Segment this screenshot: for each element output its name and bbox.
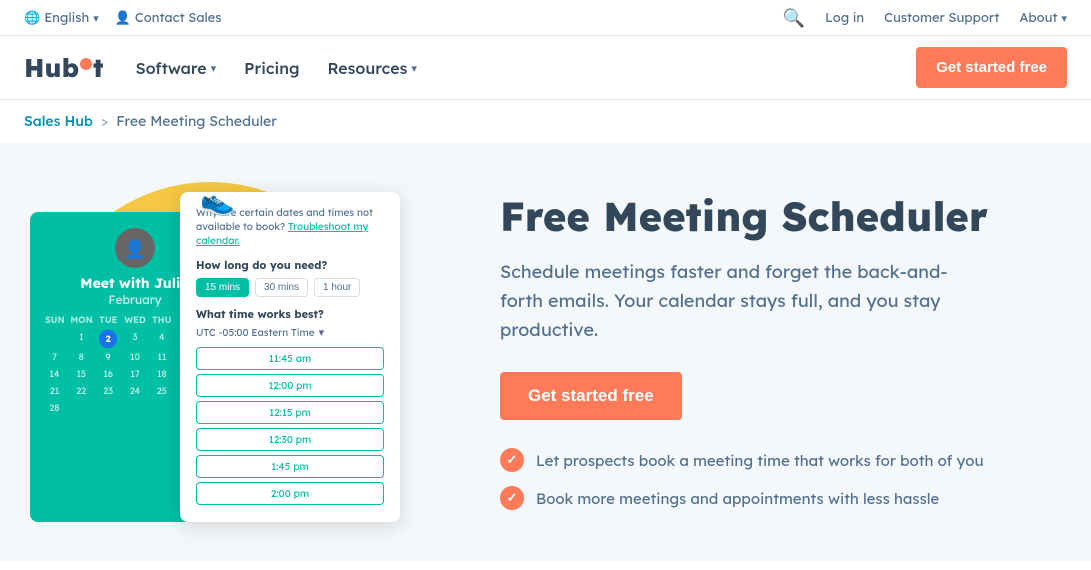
- feature-text: Let prospects book a meeting time that w…: [536, 451, 984, 470]
- resources-chevron: ▾: [411, 61, 417, 75]
- logo-text-pre: Hub: [24, 51, 79, 84]
- calendar-cell[interactable]: 15: [69, 367, 94, 382]
- calendar-cell[interactable]: 18: [149, 367, 174, 382]
- calendar-cell[interactable]: 3: [123, 330, 148, 348]
- calendar-cell[interactable]: 28: [42, 401, 67, 416]
- calendar-cell[interactable]: 4: [149, 330, 174, 348]
- language-label: English: [44, 10, 89, 26]
- feature-item: Let prospects book a meeting time that w…: [500, 448, 1027, 472]
- hero-content: Free Meeting Scheduler Schedule meetings…: [480, 162, 1067, 530]
- breadcrumb-separator: >: [101, 112, 108, 130]
- timezone-chevron: ▾: [319, 325, 325, 339]
- timezone-selector[interactable]: UTC -05:00 Eastern Time ▾: [196, 325, 384, 339]
- search-icon[interactable]: 🔍: [783, 6, 805, 29]
- person-icon: 👤: [115, 10, 131, 26]
- calendar-cell[interactable]: 1: [69, 330, 94, 348]
- calendar-cell[interactable]: 11: [149, 350, 174, 365]
- calendar-cell[interactable]: 25: [149, 384, 174, 399]
- sneaker-icon: 👟: [200, 182, 235, 217]
- calendar-cell[interactable]: 8: [69, 350, 94, 365]
- calendar-cell[interactable]: 2: [99, 330, 117, 348]
- resources-nav-link[interactable]: Resources ▾: [327, 58, 417, 78]
- globe-icon: 🌐: [24, 10, 40, 26]
- login-label: Log in: [825, 10, 864, 26]
- time-slot-item[interactable]: 12:00 pm: [196, 374, 384, 397]
- nav-left: Hubt Software ▾ Pricing Resources ▾: [24, 51, 417, 84]
- time-slots-list: 11:45 am 12:00 pm 12:15 pm 12:30 pm 1:45 pm 2…: [196, 347, 384, 505]
- breadcrumb: Sales Hub > Free Meeting Scheduler: [0, 100, 1091, 142]
- calendar-cell[interactable]: 16: [96, 367, 121, 382]
- hubspot-dot: [80, 58, 92, 70]
- timezone-value: UTC -05:00 Eastern Time: [196, 326, 315, 339]
- time-slot-item[interactable]: 12:15 pm: [196, 401, 384, 424]
- language-selector[interactable]: 🌐 English ▾: [24, 10, 99, 26]
- pricing-label: Pricing: [244, 58, 299, 78]
- software-chevron: ▾: [211, 61, 217, 75]
- breadcrumb-current: Free Meeting Scheduler: [116, 112, 277, 130]
- about-menu[interactable]: About ▾: [1019, 10, 1067, 26]
- calendar-cell: [42, 330, 67, 348]
- hero-title: Free Meeting Scheduler: [500, 192, 1027, 240]
- nav-links: Software ▾ Pricing Resources ▾: [136, 58, 417, 78]
- calendar-cell[interactable]: 23: [96, 384, 121, 399]
- pricing-nav-link[interactable]: Pricing: [244, 58, 299, 78]
- day-label-wed: WED: [122, 315, 148, 326]
- time-slot-item[interactable]: 12:30 pm: [196, 428, 384, 451]
- top-bar-right: 🔍 Log in Customer Support About ▾: [783, 6, 1067, 29]
- software-nav-link[interactable]: Software ▾: [136, 58, 217, 78]
- software-label: Software: [136, 58, 207, 78]
- calendar-cell[interactable]: 10: [123, 350, 148, 365]
- duration-30[interactable]: 30 mins: [255, 278, 308, 297]
- hero-section: 👟 👤 Meet with Julia February SUN MON TUE…: [0, 142, 1091, 562]
- breadcrumb-parent-link[interactable]: Sales Hub: [24, 112, 93, 130]
- time-slot-item[interactable]: 2:00 pm: [196, 482, 384, 505]
- calendar-cell[interactable]: 14: [42, 367, 67, 382]
- day-label-tue: TUE: [95, 315, 121, 326]
- hero-subtitle: Schedule meetings faster and forget the …: [500, 258, 980, 344]
- duration-options: 15 mins 30 mins 1 hour: [196, 278, 384, 297]
- day-label-thu: THU: [149, 315, 175, 326]
- time-slot-item[interactable]: 11:45 am: [196, 347, 384, 370]
- nav-get-started-button[interactable]: Get started free: [916, 47, 1067, 88]
- calendar-avatar: 👤: [115, 228, 155, 268]
- feature-check-icon: [500, 486, 524, 510]
- calendar-cell[interactable]: 22: [69, 384, 94, 399]
- calendar-cell[interactable]: 7: [42, 350, 67, 365]
- top-bar: 🌐 English ▾ 👤 Contact Sales 🔍 Log in Cus…: [0, 0, 1091, 36]
- main-nav: Hubt Software ▾ Pricing Resources ▾ Get …: [0, 36, 1091, 100]
- hubspot-logo[interactable]: Hubt: [24, 51, 104, 84]
- about-chevron: ▾: [1061, 11, 1067, 25]
- time-picker-panel: Why are certain dates and times not avai…: [180, 192, 400, 522]
- contact-sales-link[interactable]: 👤 Contact Sales: [115, 10, 222, 26]
- calendar-cell[interactable]: 21: [42, 384, 67, 399]
- feature-check-icon: [500, 448, 524, 472]
- about-label: About: [1019, 10, 1057, 26]
- calendar-cell[interactable]: 9: [96, 350, 121, 365]
- logo-text-post: t: [93, 51, 104, 84]
- top-bar-left: 🌐 English ▾ 👤 Contact Sales: [24, 10, 222, 26]
- feature-item: Book more meetings and appointments with…: [500, 486, 1027, 510]
- calendar-cell[interactable]: 24: [123, 384, 148, 399]
- calendar-cell[interactable]: 17: [123, 367, 148, 382]
- customer-support-label: Customer Support: [884, 10, 999, 26]
- duration-15[interactable]: 15 mins: [196, 278, 249, 297]
- day-label-mon: MON: [69, 315, 95, 326]
- language-chevron: ▾: [93, 11, 99, 25]
- feature-list: Let prospects book a meeting time that w…: [500, 448, 1027, 510]
- time-slot-item[interactable]: 1:45 pm: [196, 455, 384, 478]
- hero-illustration: 👟 👤 Meet with Julia February SUN MON TUE…: [0, 162, 480, 542]
- day-label-sun: SUN: [42, 315, 68, 326]
- feature-text: Book more meetings and appointments with…: [536, 489, 939, 508]
- contact-sales-label: Contact Sales: [135, 10, 222, 26]
- time-label: What time works best?: [196, 307, 384, 321]
- duration-label: How long do you need?: [196, 258, 384, 272]
- customer-support-link[interactable]: Customer Support: [884, 10, 999, 26]
- duration-1hr[interactable]: 1 hour: [314, 278, 360, 297]
- hero-cta-button[interactable]: Get started free: [500, 372, 682, 420]
- resources-label: Resources: [327, 58, 407, 78]
- login-link[interactable]: Log in: [825, 10, 864, 26]
